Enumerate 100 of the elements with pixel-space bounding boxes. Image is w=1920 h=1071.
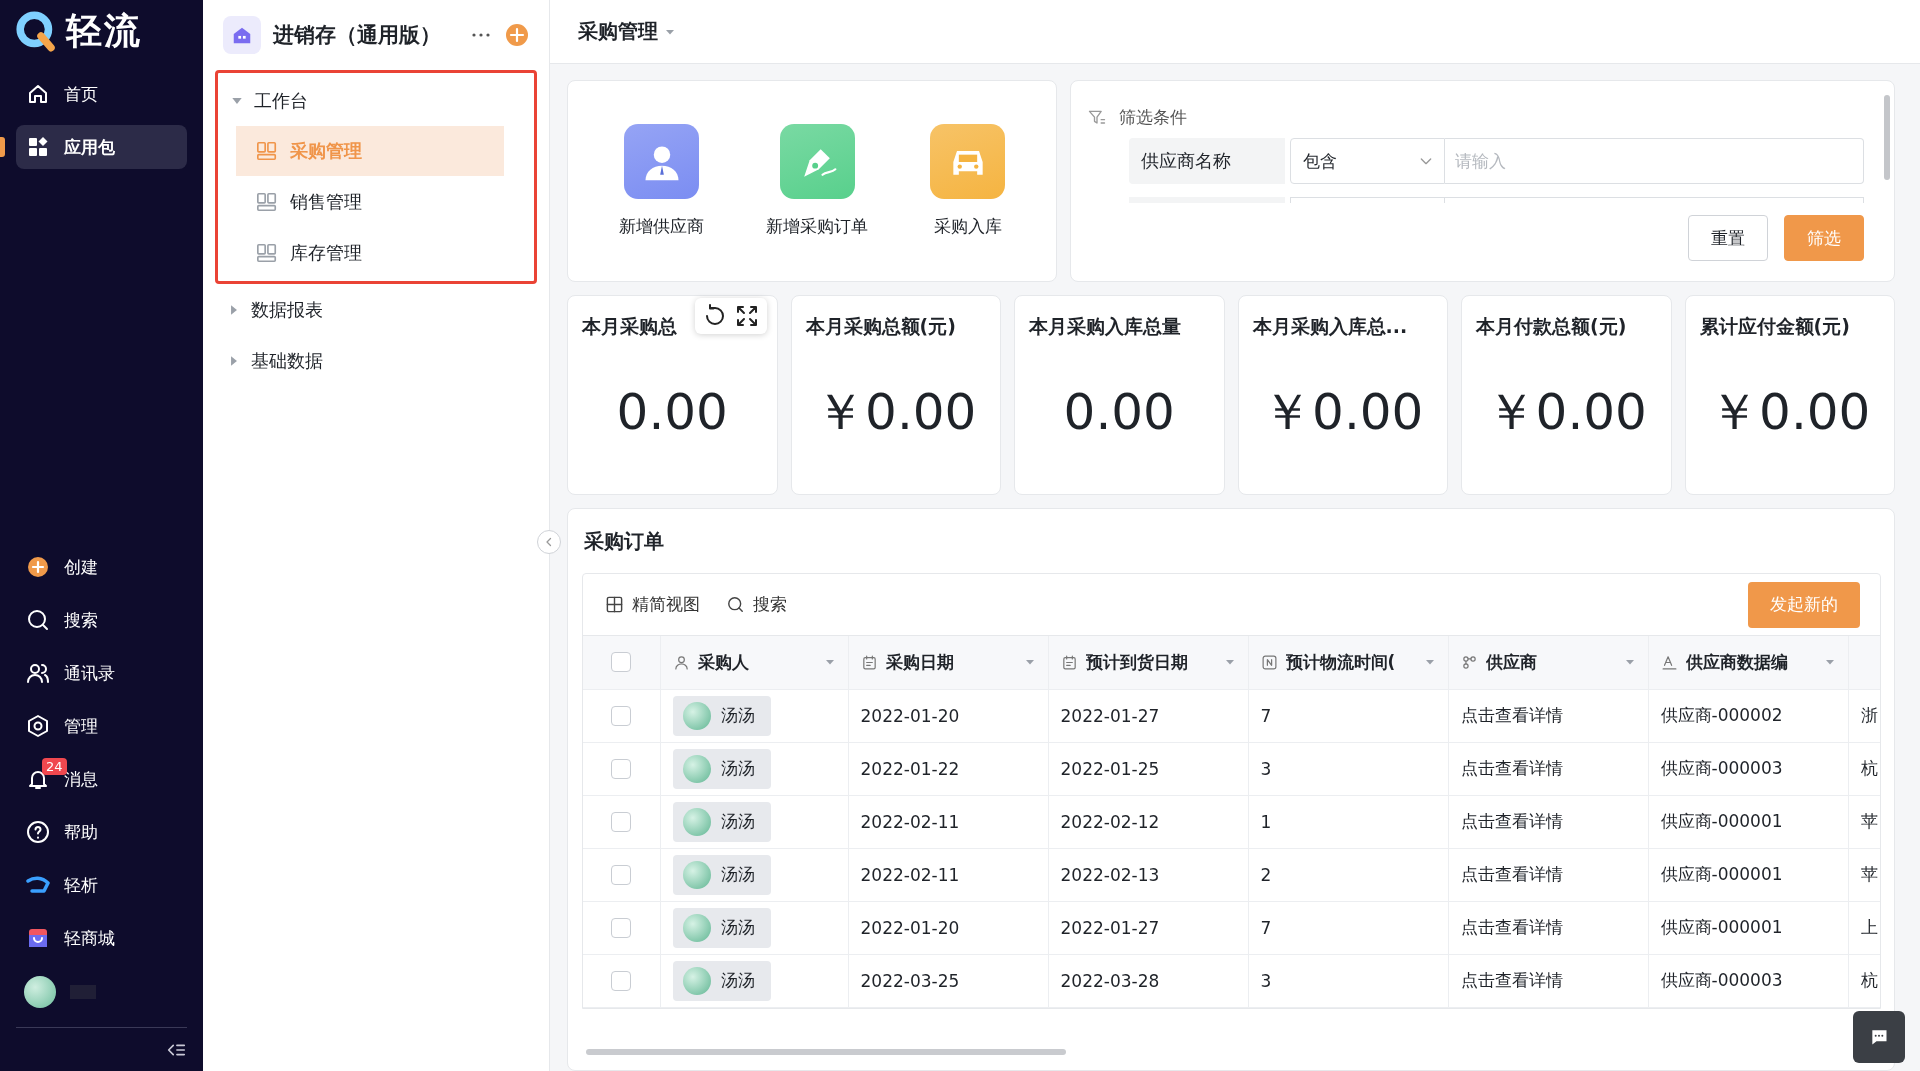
sidebar-item[interactable]: 通讯录 xyxy=(16,651,187,695)
add-icon[interactable] xyxy=(505,23,529,47)
dashboard-icon xyxy=(256,140,278,162)
table-cell: 3 xyxy=(1248,954,1448,1007)
table-cell: 2022-01-27 xyxy=(1048,689,1248,742)
stat-title: 本月采购总 xyxy=(582,314,677,339)
table-cell: 点击查看详情 xyxy=(1448,795,1648,848)
stat-value: ￥0.00 xyxy=(1708,381,1872,443)
calendar-icon xyxy=(860,653,878,671)
help-icon xyxy=(26,820,50,844)
table-cell: 2 xyxy=(1248,848,1448,901)
user-avatar xyxy=(682,966,711,995)
table-cell: 2022-03-25 xyxy=(848,954,1048,1007)
logo-icon xyxy=(16,9,56,53)
search-icon xyxy=(726,595,745,614)
sidebar-item[interactable]: 轻析 xyxy=(16,863,187,907)
quick-action-tile[interactable] xyxy=(624,124,699,199)
row-checkbox[interactable] xyxy=(611,758,632,779)
table-cell: 2022-01-20 xyxy=(848,689,1048,742)
stat-value: 0.00 xyxy=(1062,382,1176,443)
table-cell: 供应商-000001 xyxy=(1648,795,1848,848)
user-avatar[interactable] xyxy=(24,976,56,1008)
number-icon xyxy=(1260,653,1278,671)
refresh-icon[interactable] xyxy=(703,304,727,328)
stat-title: 本月采购总额(元) xyxy=(805,314,956,339)
user-avatar xyxy=(682,913,711,942)
table-cell: 点击查看详情 xyxy=(1448,742,1648,795)
user-name: 汤汤 xyxy=(720,863,755,886)
stat-value: ￥0.00 xyxy=(814,381,978,443)
table-cell: 供应商-000003 xyxy=(1648,954,1848,1007)
row-checkbox[interactable] xyxy=(611,864,632,885)
table-cell: 点击查看详情 xyxy=(1448,848,1648,901)
stat-value: ￥0.00 xyxy=(1484,381,1648,443)
table-cell: 浙 xyxy=(1848,689,1880,742)
apps-icon xyxy=(26,135,50,159)
logo-text: 轻流 xyxy=(66,8,142,53)
sidebar-item[interactable]: 首页 xyxy=(16,72,187,116)
row-checkbox[interactable] xyxy=(611,811,632,832)
table-cell: 点击查看详情 xyxy=(1448,689,1648,742)
search-button[interactable]: 搜索 xyxy=(726,593,787,616)
column-title: 供应商数据编 xyxy=(1685,650,1789,674)
table-cell: 7 xyxy=(1248,901,1448,954)
select-all-checkbox[interactable] xyxy=(611,652,632,673)
quick-action-label[interactable]: 新增采购订单 xyxy=(766,215,868,238)
row-checkbox[interactable] xyxy=(611,970,632,991)
tree-group[interactable]: 工作台 xyxy=(218,75,534,126)
operator-dropdown[interactable]: 包含 xyxy=(1290,138,1445,185)
quick-action-tile[interactable] xyxy=(779,124,855,199)
filter-field-label: 供应商名称 xyxy=(1129,138,1285,185)
collapse-button[interactable] xyxy=(537,530,561,554)
table-cell: 2022-02-12 xyxy=(1048,795,1248,848)
filter-title: 筛选条件 xyxy=(1119,106,1187,130)
table-cell: 2022-01-25 xyxy=(1048,742,1248,795)
table-cell: 杭 xyxy=(1848,954,1880,1007)
sidebar-item[interactable]: 轻商城 xyxy=(16,916,187,960)
table-cell: 供应商-000003 xyxy=(1648,742,1848,795)
quick-action-label[interactable]: 采购入库 xyxy=(933,215,1002,238)
scrollbar[interactable] xyxy=(586,1048,1066,1055)
quick-action-label[interactable]: 新增供应商 xyxy=(619,215,704,238)
dashboard-icon xyxy=(256,191,278,213)
tree-group[interactable]: 基础数据 xyxy=(215,335,537,386)
row-checkbox[interactable] xyxy=(611,917,632,938)
home-icon xyxy=(26,82,50,106)
calendar-icon xyxy=(1060,653,1078,671)
column-title: 预计物流时间( xyxy=(1285,650,1397,674)
tree-group[interactable]: 数据报表 xyxy=(215,284,537,335)
sidebar-item[interactable]: 管理 xyxy=(16,704,187,748)
quick-action-tile[interactable] xyxy=(930,124,1005,199)
user-name: 汤汤 xyxy=(720,916,755,939)
scrollbar[interactable] xyxy=(1884,95,1890,180)
table-cell: 3 xyxy=(1248,742,1448,795)
grid-icon xyxy=(605,595,624,614)
table-cell: 供应商-000001 xyxy=(1648,901,1848,954)
nodes-icon xyxy=(1460,653,1478,671)
stat-title: 本月采购入库总量 xyxy=(1029,314,1181,339)
user-name: 汤汤 xyxy=(720,810,755,833)
search-icon xyxy=(26,608,50,632)
table-cell: 2022-01-22 xyxy=(848,742,1048,795)
table-cell: 杭 xyxy=(1848,742,1880,795)
user-name: 汤汤 xyxy=(720,757,755,780)
user-name: 汤汤 xyxy=(720,969,755,992)
user-avatar xyxy=(682,807,711,836)
text-input[interactable]: 请输入 xyxy=(1445,138,1864,185)
sidebar-item[interactable]: 创建 xyxy=(16,545,187,589)
reset-button[interactable]: 重置 xyxy=(1688,215,1768,261)
tree-item[interactable]: 销售管理 xyxy=(236,177,504,227)
view-button[interactable]: 精简视图 xyxy=(605,593,700,616)
sidebar-item[interactable]: 帮助 xyxy=(16,810,187,854)
row-checkbox[interactable] xyxy=(611,705,632,726)
table-cell: 苹 xyxy=(1848,848,1880,901)
chat-button[interactable] xyxy=(1853,1011,1905,1063)
table-cell: 2022-02-11 xyxy=(848,795,1048,848)
section-title: 采购订单 xyxy=(583,527,665,555)
column-title: 采购人 xyxy=(697,650,750,674)
user-avatar xyxy=(682,701,711,730)
sidebar-item[interactable]: 搜索 xyxy=(16,598,187,642)
tree-item[interactable]: 库存管理 xyxy=(236,228,504,278)
person-icon xyxy=(672,653,690,671)
fullscreen-icon[interactable] xyxy=(735,304,759,328)
table-cell: 2022-03-28 xyxy=(1048,954,1248,1007)
